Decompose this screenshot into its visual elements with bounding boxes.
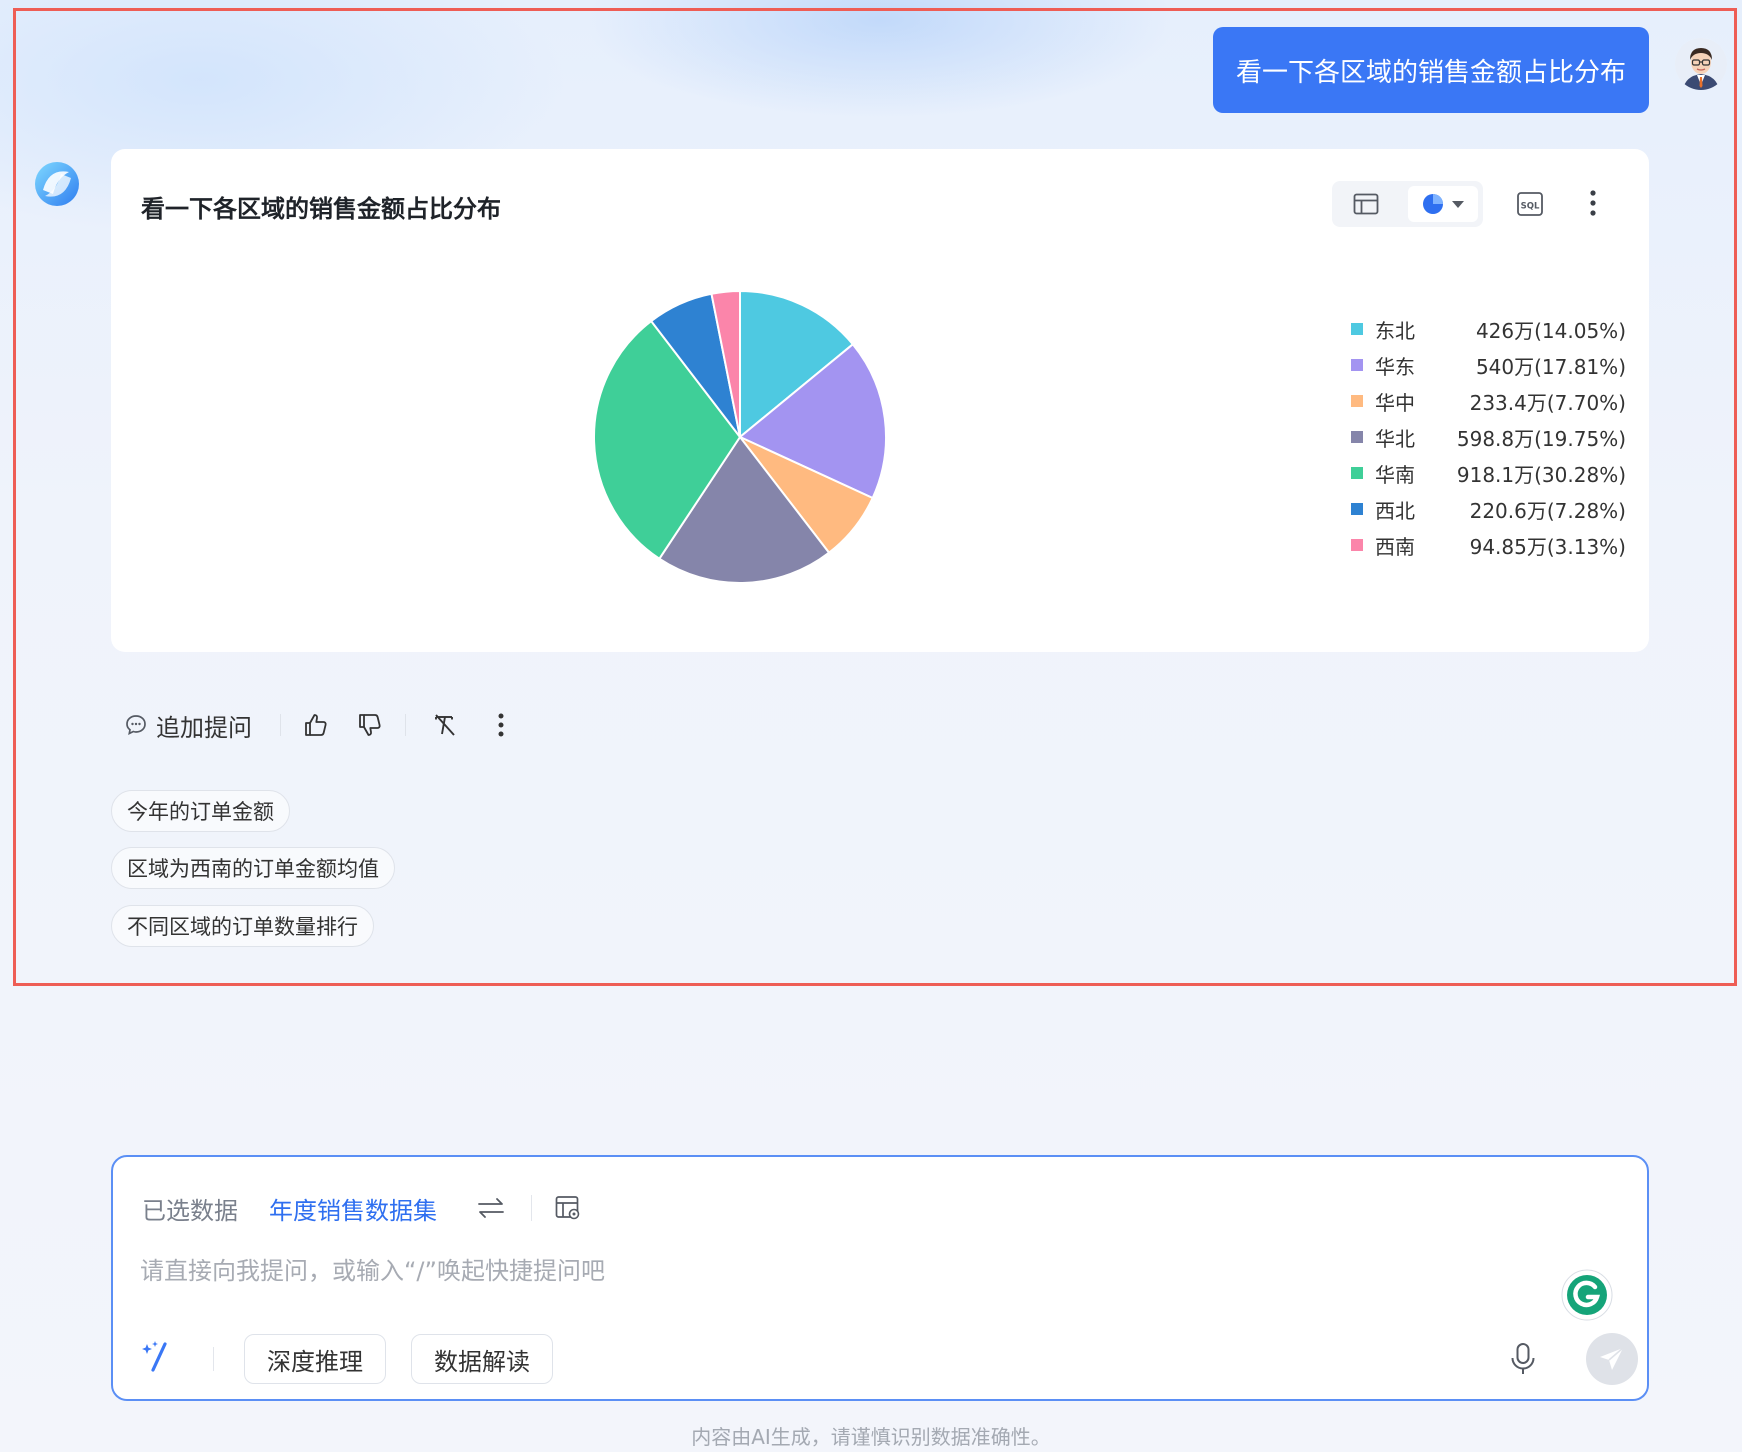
data-table-view-icon bbox=[555, 1196, 580, 1220]
chat-bubble-icon bbox=[126, 715, 146, 736]
prompt-input[interactable] bbox=[140, 1251, 1440, 1291]
legend-swatch bbox=[1351, 323, 1363, 335]
legend-label: 西南 bbox=[1375, 534, 1415, 559]
message-actions: 追加提问 bbox=[124, 705, 516, 745]
legend-item[interactable]: 西北 220.6万(7.28%) bbox=[1351, 491, 1626, 527]
divider bbox=[531, 1195, 532, 1221]
legend-label: 西北 bbox=[1375, 498, 1415, 523]
legend-item[interactable]: 华东 540万(17.81%) bbox=[1351, 347, 1626, 383]
legend-item[interactable]: 西南 94.85万(3.13%) bbox=[1351, 527, 1626, 563]
legend-swatch bbox=[1351, 395, 1363, 407]
legend-value: 598.8万(19.75%) bbox=[1456, 426, 1626, 451]
divider bbox=[405, 714, 406, 736]
suggestion-chip[interactable]: 今年的订单金额 bbox=[111, 790, 290, 832]
user-message-bubble: 看一下各区域的销售金额占比分布 bbox=[1213, 27, 1649, 113]
legend-label: 华中 bbox=[1375, 390, 1415, 415]
ai-disclaimer: 内容由AI生成，请谨慎识别数据准确性。 bbox=[691, 1425, 1051, 1449]
more-vertical-icon bbox=[498, 713, 504, 737]
divider bbox=[280, 714, 281, 736]
legend-item[interactable]: 华中 233.4万(7.70%) bbox=[1351, 383, 1626, 419]
more-actions-button[interactable] bbox=[486, 710, 516, 740]
thumbs-up-icon bbox=[305, 714, 327, 736]
legend-value: 426万(14.05%) bbox=[1475, 318, 1626, 343]
user-avatar bbox=[1675, 38, 1727, 90]
clear-format-button[interactable] bbox=[430, 710, 460, 740]
legend-item[interactable]: 东北 426万(14.05%) bbox=[1351, 311, 1626, 347]
voice-input-button[interactable] bbox=[1503, 1339, 1543, 1379]
dataset-label: 已选数据 bbox=[142, 1197, 238, 1225]
legend-value: 540万(17.81%) bbox=[1475, 354, 1626, 379]
legend-swatch bbox=[1351, 503, 1363, 515]
send-icon bbox=[1600, 1347, 1624, 1370]
user-avatar-icon bbox=[1675, 38, 1727, 90]
legend-label: 华北 bbox=[1375, 426, 1415, 451]
suggestion-chip[interactable]: 不同区域的订单数量排行 bbox=[111, 905, 374, 947]
follow-up-label: 追加提问 bbox=[156, 713, 252, 742]
thumbs-down-button[interactable] bbox=[355, 710, 385, 740]
legend-label: 华东 bbox=[1375, 354, 1415, 379]
dataset-preview-button[interactable] bbox=[553, 1193, 583, 1223]
chat-input-box: 已选数据 年度销售数据集 深度推理 数据解读 bbox=[111, 1155, 1649, 1401]
send-button[interactable] bbox=[1586, 1333, 1638, 1385]
grammarly-icon bbox=[1561, 1269, 1613, 1321]
legend-swatch bbox=[1351, 431, 1363, 443]
chart-card: 看一下各区域的销售金额占比分布 SQL 东北 426万(14.05%) 华东 5… bbox=[111, 149, 1649, 652]
dataset-name-link[interactable]: 年度销售数据集 bbox=[269, 1191, 437, 1226]
microphone-icon bbox=[1511, 1343, 1535, 1374]
assistant-logo-icon bbox=[35, 162, 79, 206]
swap-icon bbox=[478, 1198, 504, 1218]
clear-format-icon bbox=[435, 714, 455, 736]
thumbs-down-icon bbox=[359, 714, 381, 736]
magic-wand-icon bbox=[142, 1341, 167, 1372]
switch-dataset-button[interactable] bbox=[476, 1193, 506, 1223]
thumbs-up-button[interactable] bbox=[301, 710, 331, 740]
legend-swatch bbox=[1351, 359, 1363, 371]
legend-swatch bbox=[1351, 467, 1363, 479]
suggestion-chip[interactable]: 区域为西南的订单金额均值 bbox=[111, 847, 395, 889]
legend-value: 220.6万(7.28%) bbox=[1469, 498, 1626, 523]
follow-up-button[interactable]: 追加提问 bbox=[124, 708, 252, 743]
grammarly-button[interactable] bbox=[1561, 1269, 1613, 1321]
assistant-avatar bbox=[33, 160, 81, 208]
magic-prompt-button[interactable] bbox=[137, 1336, 177, 1376]
legend-swatch bbox=[1351, 539, 1363, 551]
divider bbox=[213, 1347, 214, 1371]
legend-value: 918.1万(30.28%) bbox=[1456, 462, 1626, 487]
legend-item[interactable]: 华南 918.1万(30.28%) bbox=[1351, 455, 1626, 491]
legend-value: 94.85万(3.13%) bbox=[1469, 534, 1626, 559]
legend-label: 东北 bbox=[1375, 318, 1415, 343]
legend-item[interactable]: 华北 598.8万(19.75%) bbox=[1351, 419, 1626, 455]
legend-label: 华南 bbox=[1375, 462, 1415, 487]
deep-reasoning-chip[interactable]: 深度推理 bbox=[244, 1334, 386, 1384]
chart-legend: 东北 426万(14.05%) 华东 540万(17.81%) 华中 233.4万(7.7… bbox=[1351, 311, 1626, 563]
legend-value: 233.4万(7.70%) bbox=[1469, 390, 1626, 415]
data-interpretation-chip[interactable]: 数据解读 bbox=[411, 1334, 553, 1384]
